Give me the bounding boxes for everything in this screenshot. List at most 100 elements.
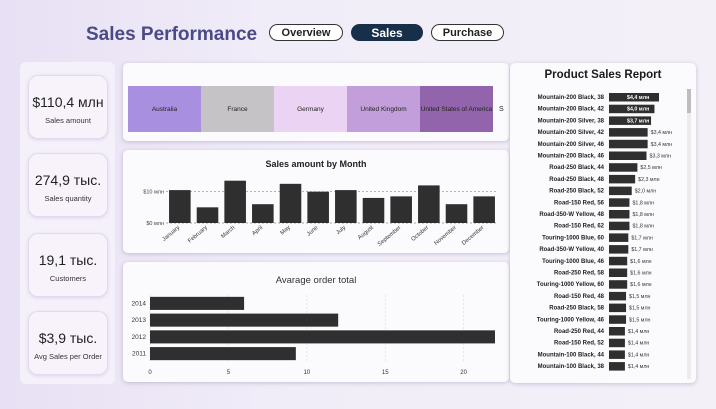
product-bar[interactable] bbox=[609, 139, 648, 149]
treemap-overflow-label: S bbox=[499, 106, 504, 113]
x-tick-label: 0 bbox=[148, 370, 152, 376]
month-bar[interactable] bbox=[224, 180, 246, 223]
product-bar[interactable] bbox=[609, 151, 647, 161]
month-bar[interactable] bbox=[418, 185, 440, 223]
x-tick-label: May bbox=[280, 225, 292, 237]
month-bar[interactable] bbox=[279, 183, 302, 223]
product-bar[interactable] bbox=[609, 315, 627, 324]
x-tick-label: September bbox=[377, 225, 403, 248]
product-label: Road-150 Red, 52 bbox=[554, 341, 605, 347]
kpi-label: Sales amount bbox=[45, 116, 91, 125]
product-bar[interactable] bbox=[609, 233, 629, 242]
product-value-label: $2,5 млн bbox=[640, 165, 662, 171]
x-tick-label: March bbox=[220, 225, 236, 240]
product-bar[interactable] bbox=[609, 174, 636, 184]
x-tick-label: 20 bbox=[460, 370, 467, 376]
product-bar[interactable] bbox=[609, 303, 627, 313]
month-bar[interactable] bbox=[307, 191, 329, 223]
treemap-cell-united-kingdom[interactable]: United Kingdom bbox=[347, 86, 420, 132]
year-bar[interactable] bbox=[150, 313, 339, 327]
kpi-value: 274,9 тыс. bbox=[34, 172, 102, 188]
product-bar[interactable] bbox=[609, 245, 629, 254]
product-value-label: $3,4 млн bbox=[651, 130, 673, 136]
product-value-label: $3,4 млн bbox=[651, 142, 673, 148]
x-tick-label: December bbox=[461, 225, 485, 247]
kpi-value: $3,9 тыс. bbox=[38, 330, 98, 346]
product-bar[interactable] bbox=[609, 327, 625, 336]
product-label: Touring-1000 Yellow, 46 bbox=[537, 317, 605, 323]
y-tick-label: 2012 bbox=[132, 334, 147, 341]
month-bar[interactable] bbox=[362, 197, 385, 223]
report-title: Product Sales Report bbox=[544, 69, 662, 81]
product-value-label: $1,6 млн bbox=[630, 282, 652, 288]
x-tick-label: April bbox=[251, 225, 264, 237]
scrollbar-thumb[interactable] bbox=[687, 89, 691, 113]
product-sales-chart: Mountain-200 Black, 38 $4,4 млн Mountain-2… bbox=[537, 93, 673, 371]
kpi-value: $110,4 млн bbox=[32, 94, 104, 110]
tab-purchase[interactable]: Purchase bbox=[431, 24, 504, 41]
month-bar[interactable] bbox=[196, 207, 219, 223]
product-label: Touring-1000 Blue, 46 bbox=[542, 259, 605, 265]
treemap-cell-usa[interactable]: United States of America bbox=[420, 86, 493, 132]
product-label: Mountain-100 Black, 38 bbox=[538, 364, 605, 370]
month-bar[interactable] bbox=[169, 190, 191, 223]
product-sales-report-card: Product Sales Report Mountain-200 Black,… bbox=[510, 63, 696, 383]
product-value-label: $1,8 млн bbox=[632, 224, 654, 230]
product-bar[interactable] bbox=[609, 163, 638, 172]
avg-order-total-card: Avarage order total 0 5 10 15 20 2014 2013 2012… bbox=[123, 262, 509, 382]
product-bar[interactable] bbox=[609, 280, 628, 289]
product-label: Road-350-W Yellow, 40 bbox=[539, 247, 604, 253]
product-bar[interactable] bbox=[609, 198, 630, 207]
year-bar[interactable] bbox=[150, 330, 495, 344]
x-tick-label: August bbox=[357, 225, 375, 241]
product-value-label: $2,0 млн bbox=[635, 189, 657, 195]
report-scrollbar[interactable] bbox=[687, 89, 691, 379]
y-tick-label: 2014 bbox=[132, 300, 147, 307]
product-value-label: $1,7 млн bbox=[631, 247, 653, 253]
x-tick-label: 10 bbox=[303, 370, 310, 376]
treemap-cell-germany[interactable]: Germany bbox=[274, 86, 347, 132]
product-label: Mountain-100 Black, 44 bbox=[538, 352, 605, 358]
product-bar[interactable] bbox=[609, 221, 630, 231]
product-bar[interactable] bbox=[609, 291, 627, 301]
treemap-cell-france[interactable]: France bbox=[201, 86, 274, 132]
product-bar[interactable] bbox=[609, 210, 630, 219]
product-value-label: $4,0 млн bbox=[627, 107, 649, 113]
treemap-cell-australia[interactable]: Australia bbox=[128, 86, 201, 132]
country-treemap-card: Australia France Germany United Kingdom … bbox=[123, 63, 509, 141]
product-bar[interactable] bbox=[609, 362, 625, 371]
product-bar[interactable] bbox=[609, 268, 628, 278]
year-bar[interactable] bbox=[150, 347, 296, 361]
x-tick-label: July bbox=[335, 225, 347, 236]
month-bar[interactable] bbox=[445, 204, 468, 223]
x-tick-label: January bbox=[161, 225, 181, 243]
product-bar[interactable] bbox=[609, 256, 628, 266]
y-tick-label: 2011 bbox=[132, 351, 146, 358]
year-bar[interactable] bbox=[150, 296, 245, 310]
kpi-sales-amount: $110,4 млн Sales amount bbox=[28, 75, 108, 139]
product-bar[interactable] bbox=[609, 186, 632, 196]
product-label: Mountain-200 Silver, 38 bbox=[538, 118, 605, 124]
month-bar[interactable] bbox=[252, 204, 274, 223]
month-bar[interactable] bbox=[390, 196, 412, 223]
product-value-label: $1,6 млн bbox=[630, 271, 652, 277]
product-label: Road-250 Black, 44 bbox=[549, 165, 604, 171]
tab-overview[interactable]: Overview bbox=[269, 24, 343, 41]
y-tick-label: $10 млн bbox=[143, 190, 164, 196]
product-bar[interactable] bbox=[609, 350, 625, 359]
product-label: Mountain-200 Black, 46 bbox=[538, 154, 605, 160]
product-value-label: $1,6 млн bbox=[630, 259, 652, 265]
product-value-label: $1,5 млн bbox=[629, 317, 651, 323]
tab-sales[interactable]: Sales bbox=[351, 24, 423, 41]
product-value-label: $1,4 млн bbox=[628, 329, 650, 335]
product-label: Touring-1000 Blue, 60 bbox=[542, 235, 605, 241]
product-label: Road-350-W Yellow, 48 bbox=[539, 212, 604, 218]
month-bar[interactable] bbox=[335, 190, 357, 223]
product-bar[interactable] bbox=[609, 128, 648, 137]
product-bar[interactable] bbox=[609, 338, 625, 348]
product-value-label: $1,5 млн bbox=[629, 306, 651, 312]
x-tick-label: November bbox=[433, 225, 457, 247]
avg-order-total-chart: Avarage order total 0 5 10 15 20 2014 2013 2012… bbox=[132, 275, 495, 376]
month-bar[interactable] bbox=[473, 196, 495, 223]
kpi-customers: 19,1 тыс. Customers bbox=[28, 233, 108, 297]
